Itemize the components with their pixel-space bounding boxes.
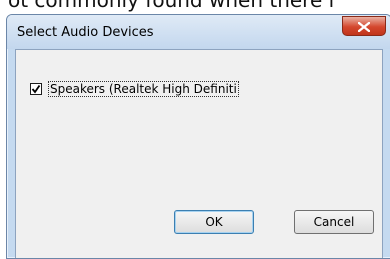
close-button[interactable] — [342, 16, 386, 36]
dialog-title: Select Audio Devices — [17, 25, 154, 40]
dialog-client-area: Speakers (Realtek High Definiti OK Cance… — [15, 49, 383, 258]
background-caption-text: ot commonly found when there i — [8, 0, 335, 12]
device-item-speakers[interactable]: Speakers (Realtek High Definiti — [30, 81, 239, 97]
device-checkbox[interactable] — [30, 83, 42, 95]
select-audio-devices-dialog: Select Audio Devices Speakers (Realtek H… — [6, 14, 390, 259]
checkmark-icon — [31, 84, 41, 94]
title-bar[interactable]: Select Audio Devices — [7, 15, 390, 49]
ok-button[interactable]: OK — [174, 210, 254, 234]
device-label: Speakers (Realtek High Definiti — [48, 81, 239, 97]
close-icon — [357, 17, 371, 36]
cancel-button[interactable]: Cancel — [294, 210, 374, 234]
